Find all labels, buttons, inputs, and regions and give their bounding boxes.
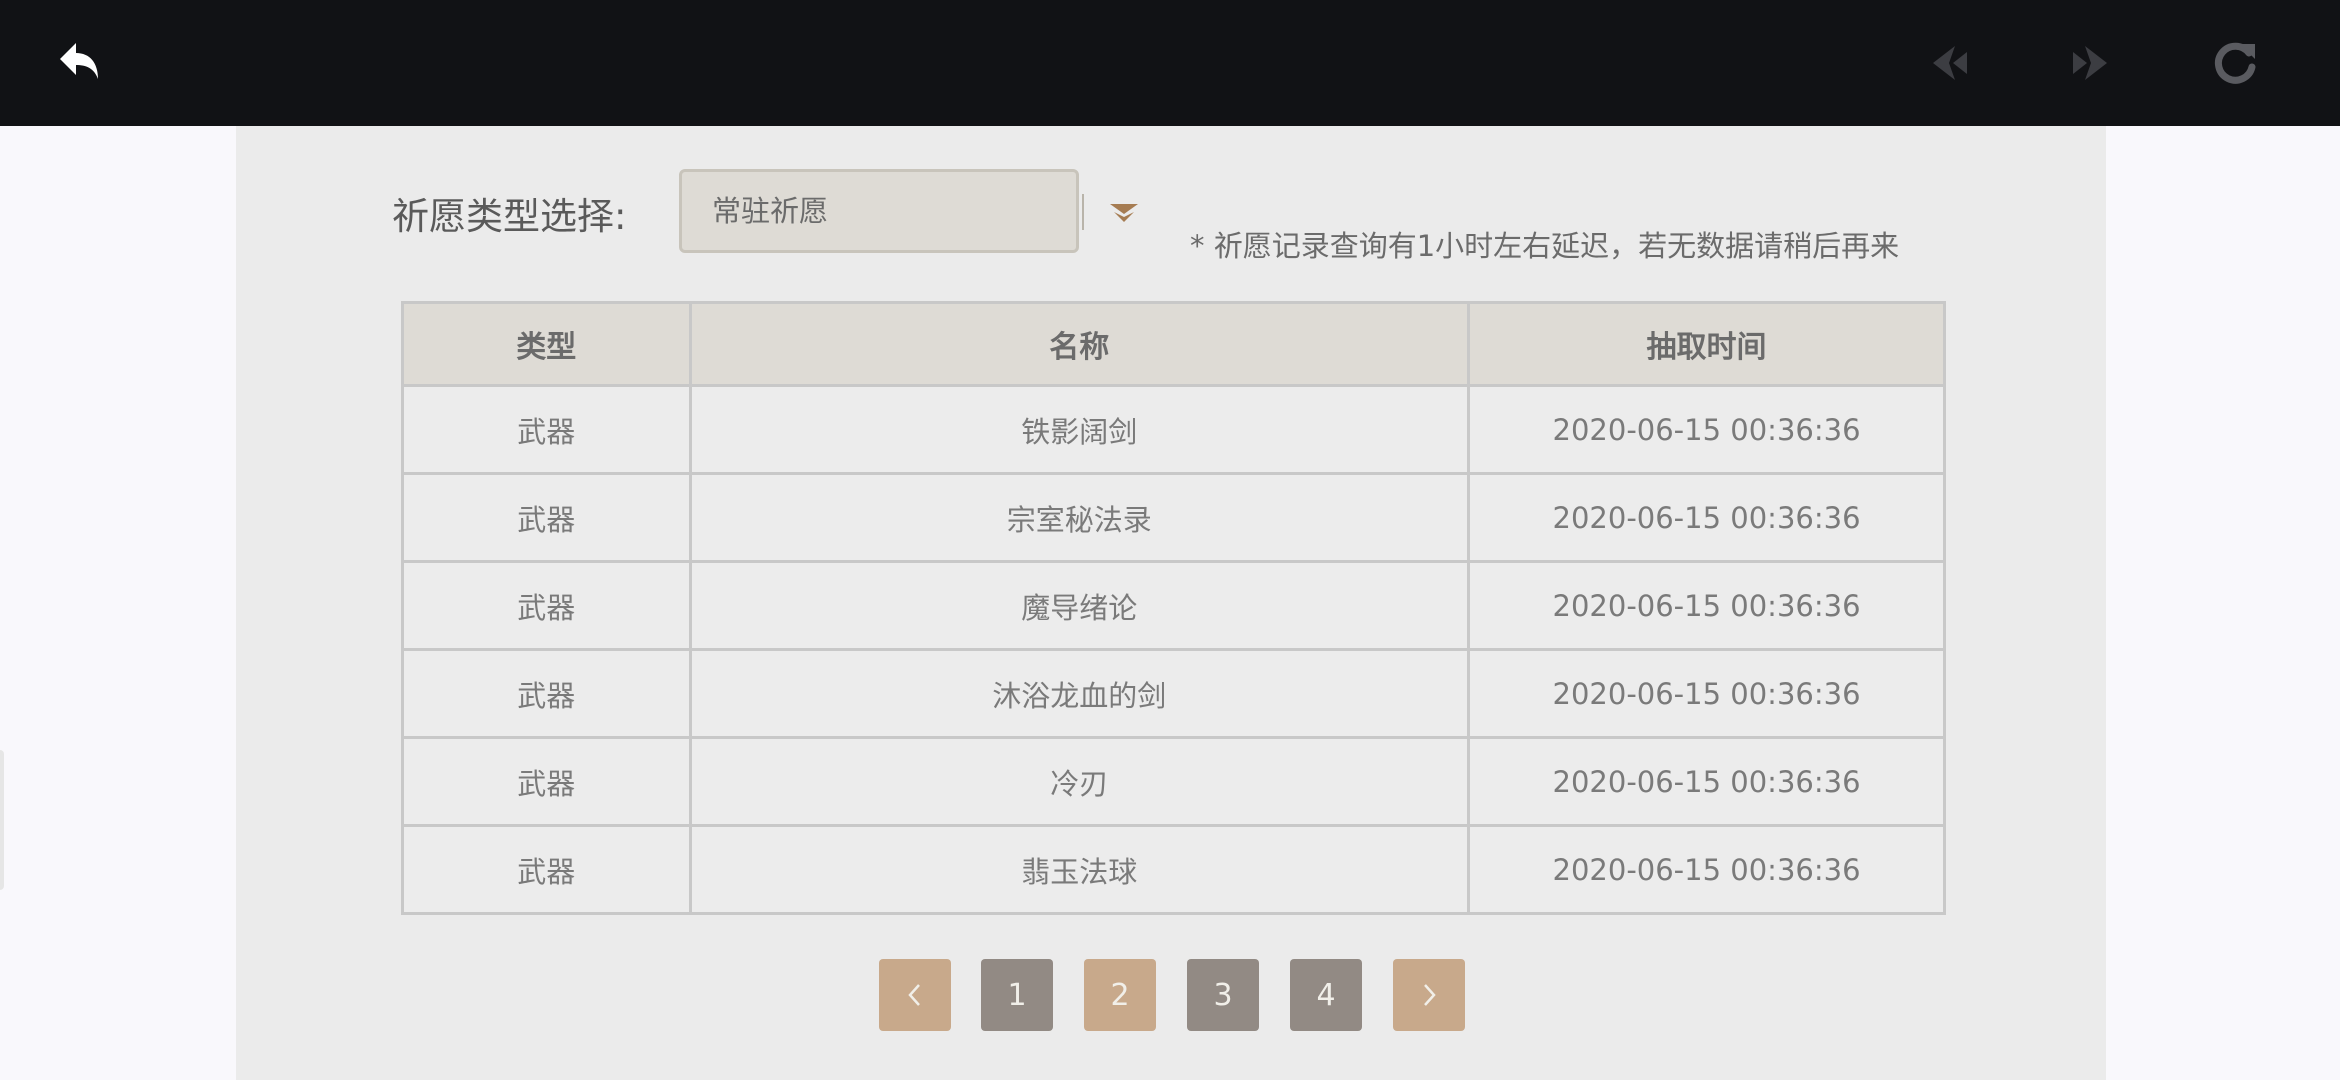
edge-handle[interactable] xyxy=(0,750,4,890)
table-row: 武器 沐浴龙血的剑 2020-06-15 00:36:36 xyxy=(401,648,1946,739)
header-time: 抽取时间 xyxy=(1467,301,1946,387)
header-name: 名称 xyxy=(688,301,1471,387)
table-row: 武器 铁影阔剑 2020-06-15 00:36:36 xyxy=(401,384,1946,475)
cell-time: 2020-06-15 00:36:36 xyxy=(1467,472,1946,563)
cell-name: 魔导绪论 xyxy=(688,560,1471,651)
cell-name: 沐浴龙血的剑 xyxy=(688,648,1471,739)
prev-page-icon xyxy=(1933,46,1967,80)
page-button-1[interactable]: 1 xyxy=(981,959,1053,1031)
cell-name: 冷刃 xyxy=(688,736,1471,827)
cell-type: 武器 xyxy=(401,736,692,827)
cell-time: 2020-06-15 00:36:36 xyxy=(1467,560,1946,651)
cell-time: 2020-06-15 00:36:36 xyxy=(1467,384,1946,475)
table-header-row: 类型 名称 抽取时间 xyxy=(401,301,1946,387)
next-page-pager-button[interactable] xyxy=(1393,959,1465,1031)
reload-button[interactable] xyxy=(2200,28,2270,98)
page-button-3[interactable]: 3 xyxy=(1187,959,1259,1031)
chevron-down-icon xyxy=(1110,204,1138,222)
top-toolbar xyxy=(0,0,2340,126)
cell-type: 武器 xyxy=(401,824,692,915)
cell-type: 武器 xyxy=(401,384,692,475)
wish-history-panel: 祈愿类型选择: 常驻祈愿 * 祈愿记录查询有1小时左右延迟，若无数据请稍后再来 … xyxy=(236,126,2106,1080)
cell-name: 翡玉法球 xyxy=(688,824,1471,915)
page-button-2-active[interactable]: 2 xyxy=(1084,959,1156,1031)
cell-name: 铁影阔剑 xyxy=(688,384,1471,475)
cell-time: 2020-06-15 00:36:36 xyxy=(1467,648,1946,739)
wish-type-selected-value: 常驻祈愿 xyxy=(712,194,829,228)
wish-type-select[interactable]: 常驻祈愿 xyxy=(679,169,1138,253)
table-row: 武器 魔导绪论 2020-06-15 00:36:36 xyxy=(401,560,1946,651)
reload-icon xyxy=(2214,42,2256,84)
page-button-4[interactable]: 4 xyxy=(1290,959,1362,1031)
delay-notice: * 祈愿记录查询有1小时左右延迟，若无数据请稍后再来 xyxy=(1190,229,1900,263)
cell-time: 2020-06-15 00:36:36 xyxy=(1467,736,1946,827)
cell-time: 2020-06-15 00:36:36 xyxy=(1467,824,1946,915)
table-row: 武器 翡玉法球 2020-06-15 00:36:36 xyxy=(401,824,1946,915)
cell-name: 宗室秘法录 xyxy=(688,472,1471,563)
select-divider xyxy=(1082,194,1084,230)
wish-record-table: 类型 名称 抽取时间 武器 铁影阔剑 2020-06-15 00:36:36 武… xyxy=(401,301,1946,915)
chevron-right-icon xyxy=(1424,984,1436,1006)
wish-type-label: 祈愿类型选择: xyxy=(392,195,627,238)
table-row: 武器 冷刃 2020-06-15 00:36:36 xyxy=(401,736,1946,827)
chevron-left-icon xyxy=(908,984,920,1006)
back-button[interactable] xyxy=(45,28,115,98)
cell-type: 武器 xyxy=(401,560,692,651)
header-type: 类型 xyxy=(401,301,692,387)
next-page-button[interactable] xyxy=(2055,28,2125,98)
back-icon xyxy=(60,43,98,79)
cell-type: 武器 xyxy=(401,472,692,563)
table-row: 武器 宗室秘法录 2020-06-15 00:36:36 xyxy=(401,472,1946,563)
next-page-icon xyxy=(2073,46,2107,80)
prev-page-button[interactable] xyxy=(1915,28,1985,98)
cell-type: 武器 xyxy=(401,648,692,739)
prev-page-pager-button[interactable] xyxy=(879,959,951,1031)
